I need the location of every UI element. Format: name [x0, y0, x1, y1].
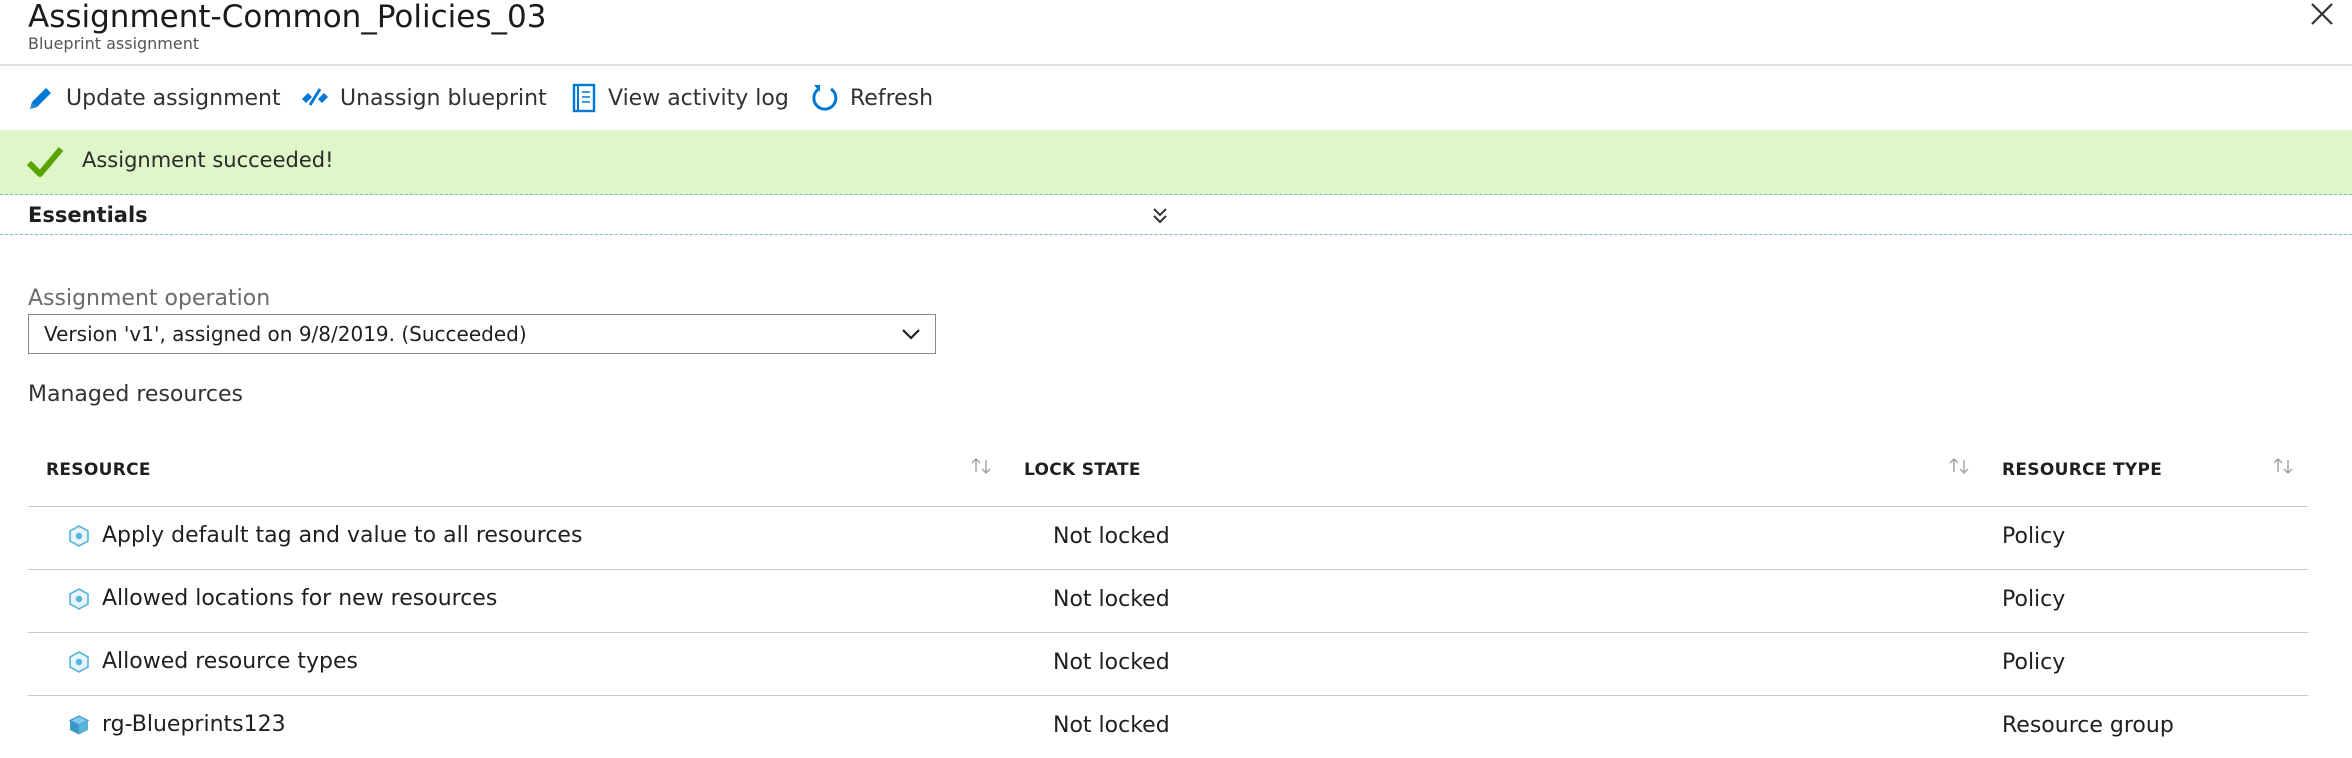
pencil-icon — [30, 88, 51, 109]
resource-name[interactable]: Allowed locations for new resources — [102, 586, 497, 611]
checkmark-icon — [26, 147, 64, 177]
activity-log-icon — [572, 83, 596, 113]
assignment-operation-dropdown[interactable]: Version 'v1', assigned on 9/8/2019. (Suc… — [28, 314, 936, 354]
resource-name[interactable]: Allowed resource types — [102, 649, 358, 674]
view-activity-log-label: View activity log — [608, 85, 789, 111]
table-row[interactable]: rg-Blueprints123 Not locked Resource gro… — [28, 696, 2308, 758]
managed-resources-table: RESOURCE LOCK STATE RESOURCE TYPE Apply … — [28, 440, 2308, 758]
assignment-operation-value: Version 'v1', assigned on 9/8/2019. (Suc… — [44, 322, 527, 346]
policy-icon — [69, 524, 89, 547]
resource-type: Policy — [2002, 587, 2066, 612]
title-bar: Assignment-Common_Policies_03 Blueprint … — [0, 0, 2352, 66]
assignment-operation-label: Assignment operation — [28, 286, 271, 311]
lock-state: Not locked — [1053, 524, 1170, 549]
table-row[interactable]: Apply default tag and value to all resou… — [28, 507, 2308, 570]
update-assignment-label: Update assignment — [66, 85, 281, 111]
resource-type: Policy — [2002, 650, 2066, 675]
lock-state: Not locked — [1053, 587, 1170, 612]
column-header-lock-state[interactable]: LOCK STATE — [1024, 460, 1141, 480]
policy-icon — [69, 650, 89, 673]
sort-icon[interactable] — [2272, 456, 2294, 476]
close-button[interactable] — [2306, 0, 2336, 30]
policy-icon — [69, 587, 89, 610]
essentials-toggle[interactable]: Essentials — [0, 196, 2352, 235]
sort-icon[interactable] — [1948, 456, 1970, 476]
table-row[interactable]: Allowed resource types Not locked Policy — [28, 633, 2308, 696]
command-bar: Update assignment Unassign blueprint Vie… — [0, 66, 2352, 128]
unassign-icon — [302, 88, 328, 106]
resource-type: Policy — [2002, 524, 2066, 549]
view-activity-log-button[interactable]: View activity log — [570, 78, 789, 118]
refresh-button[interactable]: Refresh — [810, 78, 933, 118]
sort-icon[interactable] — [970, 456, 992, 476]
table-row[interactable]: Allowed locations for new resources Not … — [28, 570, 2308, 633]
success-message: Assignment succeeded! — [82, 148, 334, 172]
table-header: RESOURCE LOCK STATE RESOURCE TYPE — [28, 440, 2308, 507]
column-header-resource-type[interactable]: RESOURCE TYPE — [2002, 460, 2162, 480]
resource-name[interactable]: Apply default tag and value to all resou… — [102, 523, 582, 548]
lock-state: Not locked — [1053, 650, 1170, 675]
double-chevron-down-icon — [1153, 208, 1167, 224]
resource-name[interactable]: rg-Blueprints123 — [102, 712, 286, 737]
chevron-down-icon — [902, 329, 920, 340]
update-assignment-button[interactable]: Update assignment — [26, 78, 281, 118]
unassign-blueprint-button[interactable]: Unassign blueprint — [300, 78, 547, 118]
success-banner: Assignment succeeded! — [0, 130, 2352, 195]
resource-group-icon — [68, 714, 90, 734]
resource-type: Resource group — [2002, 713, 2174, 738]
close-icon — [2311, 3, 2333, 25]
column-header-resource[interactable]: RESOURCE — [46, 460, 151, 480]
managed-resources-heading: Managed resources — [28, 382, 243, 407]
page-subtitle: Blueprint assignment — [28, 34, 200, 53]
page-title: Assignment-Common_Policies_03 — [28, 0, 547, 35]
unassign-blueprint-label: Unassign blueprint — [340, 85, 547, 111]
lock-state: Not locked — [1053, 713, 1170, 738]
essentials-label: Essentials — [28, 203, 148, 227]
refresh-icon — [812, 85, 838, 111]
refresh-label: Refresh — [850, 85, 934, 111]
